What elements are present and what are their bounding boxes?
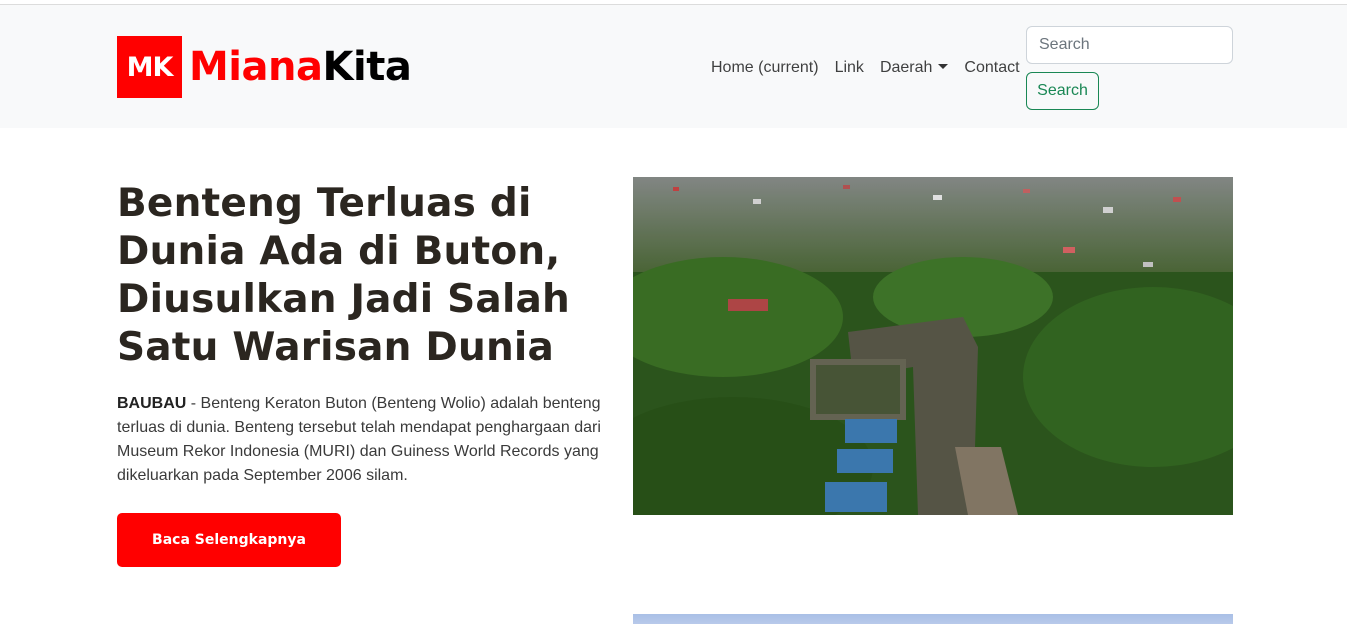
article-lead-text: - Benteng Keraton Buton (Benteng Wolio) … xyxy=(117,395,601,484)
main-nav: Home (current) Link Daerah Contact xyxy=(703,58,1028,78)
article-title[interactable]: Benteng Terluas di Dunia Ada di Buton, D… xyxy=(117,180,607,372)
aerial-fort-photo xyxy=(633,177,1233,515)
brand-name-part2: Kita xyxy=(322,44,412,90)
article-lead: BAUBAU - Benteng Keraton Buton (Benteng … xyxy=(117,392,609,488)
brand-name-part1: Miana xyxy=(189,44,323,90)
navbar: MK MianaKita Home (current) Link Daerah … xyxy=(0,5,1347,128)
nav-item-daerah-label: Daerah xyxy=(879,59,933,76)
brand-mark: MK xyxy=(117,36,182,98)
read-more-button[interactable]: Baca Selengkapnya xyxy=(117,513,341,567)
search-button[interactable]: Search xyxy=(1026,72,1099,110)
next-article-image[interactable] xyxy=(633,614,1233,624)
nav-item-contact[interactable]: Contact xyxy=(956,58,1027,78)
search-input[interactable] xyxy=(1026,26,1233,64)
article-dateline: BAUBAU xyxy=(117,395,187,412)
nav-item-daerah[interactable]: Daerah xyxy=(872,58,956,78)
brand-logo[interactable]: MK MianaKita xyxy=(117,36,412,98)
article-image[interactable] xyxy=(633,177,1233,515)
dropdown-caret-icon xyxy=(938,64,949,69)
nav-item-link[interactable]: Link xyxy=(827,58,872,78)
nav-item-home[interactable]: Home (current) xyxy=(703,58,827,78)
brand-name: MianaKita xyxy=(189,44,412,90)
